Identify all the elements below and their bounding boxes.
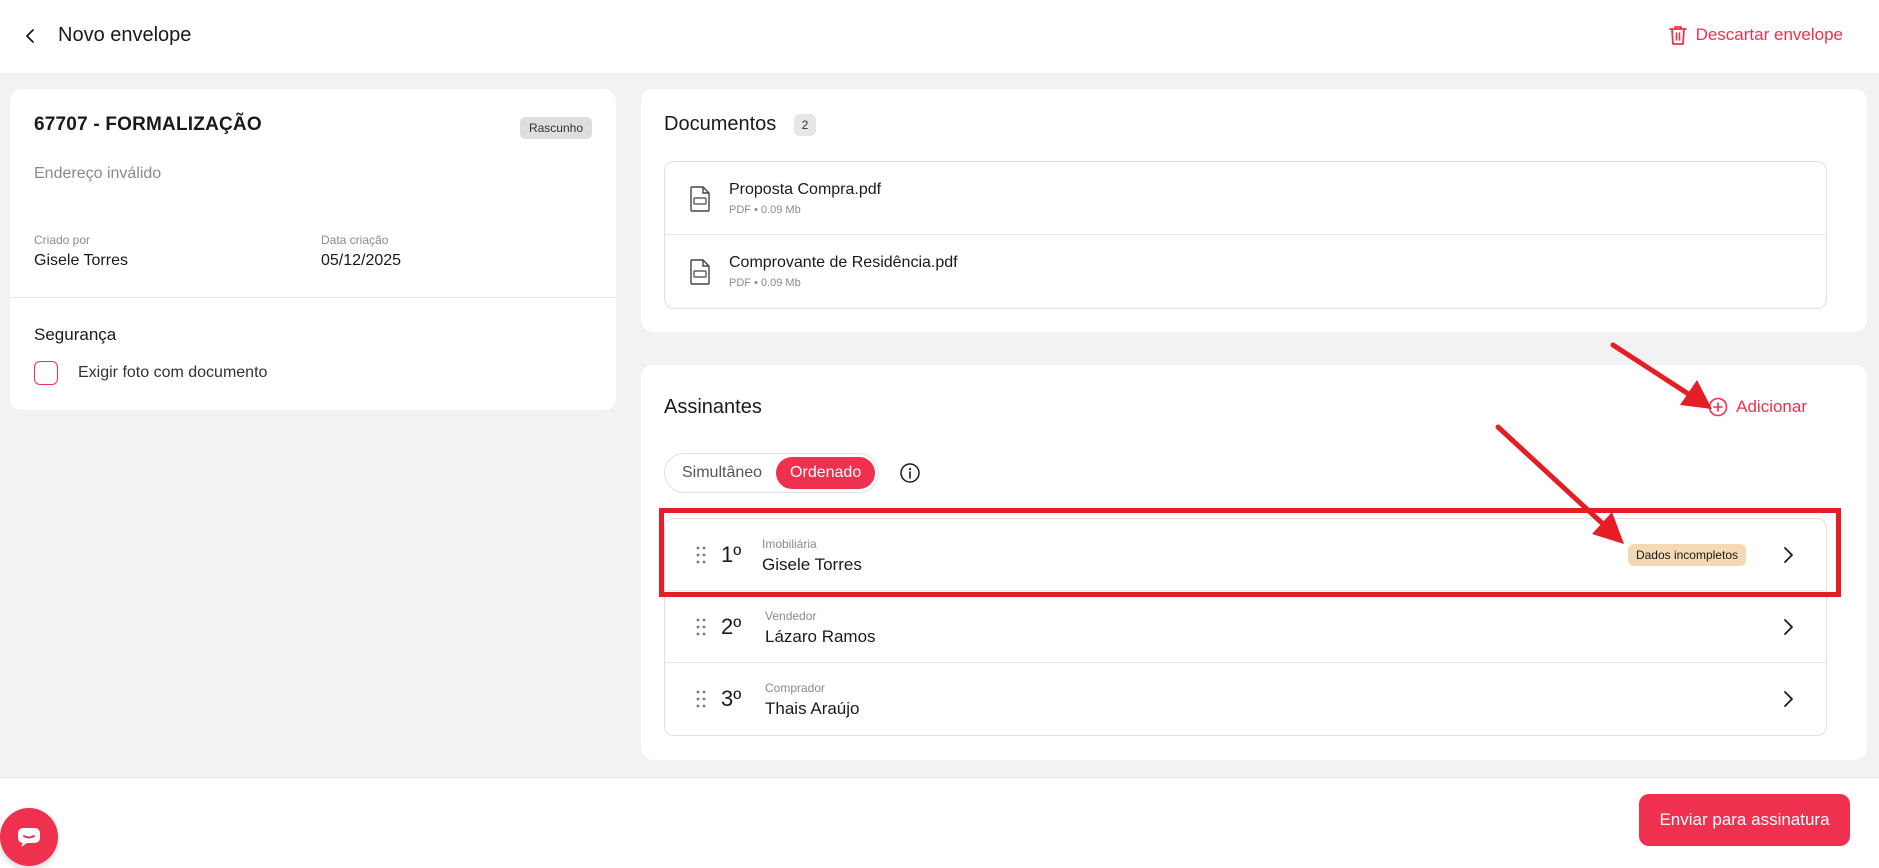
info-icon[interactable] [899, 462, 921, 484]
documents-title: Documentos [664, 113, 777, 135]
signer-name: Gisele Torres [762, 555, 862, 574]
created-by-value: Gisele Torres [34, 252, 128, 269]
add-signer-label: Adicionar [1736, 397, 1807, 416]
photo-requirement-checkbox[interactable] [34, 361, 58, 385]
drag-handle-icon[interactable] [695, 689, 707, 709]
signer-order: 1º [721, 542, 742, 567]
signer-row[interactable]: 3º Comprador Thais Araújo [665, 663, 1826, 735]
chat-icon [18, 828, 40, 847]
photo-requirement-label: Exigir foto com documento [78, 364, 268, 381]
top-bar: Novo envelope Descartar envelope [0, 0, 1879, 73]
created-date-label: Data criação [321, 233, 389, 247]
chevron-left-icon [26, 29, 34, 43]
envelope-title: 67707 - FORMALIZAÇÃO [34, 114, 262, 135]
divider [10, 297, 616, 298]
signers-title: Assinantes [664, 396, 762, 418]
signer-list: 1º Imobiliária Gisele Torres Dados incom… [664, 518, 1827, 736]
signer-role: Comprador [765, 681, 826, 695]
pdf-file-icon [690, 186, 710, 212]
signers-card: Assinantes Adicionar Simultâneo Ordenado… [641, 365, 1867, 760]
signer-row[interactable]: 1º Imobiliária Gisele Torres Dados incom… [665, 519, 1826, 591]
pdf-file-icon [690, 259, 710, 285]
envelope-info-card: 67707 - FORMALIZAÇÃO Rascunho Endereço i… [10, 89, 616, 410]
document-meta: PDF • 0.09 Mb [729, 277, 801, 289]
signer-order: 2º [721, 614, 742, 639]
signer-role: Vendedor [765, 609, 817, 623]
incomplete-data-badge: Dados incompletos [1627, 544, 1746, 566]
document-item[interactable]: Comprovante de Residência.pdf PDF • 0.09… [665, 235, 1826, 308]
send-for-signature-button[interactable]: Enviar para assinatura [1639, 794, 1850, 846]
signer-name: Lázaro Ramos [765, 627, 876, 646]
chevron-right-icon [1784, 691, 1793, 707]
add-signer-button[interactable]: Adicionar [1708, 397, 1807, 417]
documents-count-badge: 2 [794, 114, 816, 136]
created-date-value: 05/12/2025 [321, 252, 402, 269]
signer-name: Thais Araújo [765, 699, 860, 718]
document-meta: PDF • 0.09 Mb [729, 204, 801, 216]
documents-card: Documentos 2 Proposta Compra.pdf PDF • 0… [641, 89, 1867, 332]
discard-envelope-button[interactable]: Descartar envelope [1668, 24, 1843, 46]
document-name: Comprovante de Residência.pdf [729, 254, 958, 271]
chevron-right-icon [1784, 547, 1793, 563]
trash-icon [1668, 26, 1687, 45]
discard-envelope-label: Descartar envelope [1695, 25, 1843, 44]
chevron-right-icon [1784, 619, 1793, 635]
drag-handle-icon[interactable] [695, 545, 707, 565]
signing-mode-toggle: Simultâneo Ordenado [664, 453, 880, 493]
document-name: Proposta Compra.pdf [729, 181, 882, 198]
created-by-label: Criado por [34, 233, 91, 247]
mode-ordered-option[interactable]: Ordenado [776, 457, 876, 489]
security-title: Segurança [34, 325, 117, 344]
footer-bar: Enviar para assinatura [0, 777, 1879, 868]
mode-simultaneous-option[interactable]: Simultâneo [668, 457, 776, 489]
status-badge: Rascunho [519, 117, 592, 139]
signer-row[interactable]: 2º Vendedor Lázaro Ramos [665, 591, 1826, 663]
plus-circle-icon [1708, 397, 1728, 417]
drag-handle-icon[interactable] [695, 617, 707, 637]
document-list: Proposta Compra.pdf PDF • 0.09 Mb Compro… [664, 161, 1827, 309]
signer-order: 3º [721, 686, 742, 711]
document-item[interactable]: Proposta Compra.pdf PDF • 0.09 Mb [665, 162, 1826, 235]
page-title: Novo envelope [58, 24, 192, 46]
back-button[interactable] [18, 24, 42, 48]
chat-button[interactable] [0, 808, 58, 866]
signer-role: Imobiliária [762, 537, 817, 551]
envelope-address: Endereço inválido [34, 165, 162, 182]
